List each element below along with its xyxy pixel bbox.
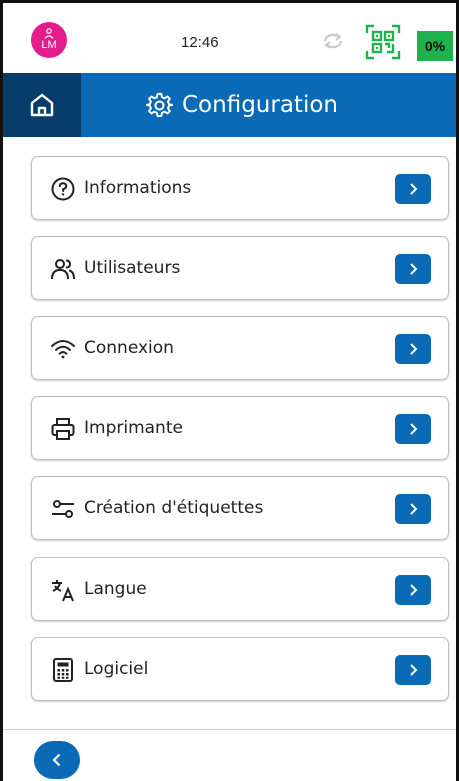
users-icon [51, 259, 75, 280]
chevron-right-button[interactable] [395, 414, 431, 444]
avatar[interactable]: LM [31, 22, 67, 58]
menu-item-creation-etiquettes[interactable]: Création d'étiquettes [31, 476, 449, 540]
menu-item-label: Informations [84, 178, 192, 198]
gear-icon [146, 92, 173, 117]
menu-item-label: Utilisateurs [84, 258, 181, 278]
chevron-right-button[interactable] [395, 174, 431, 204]
chevron-right-button[interactable] [395, 254, 431, 284]
chevron-right-icon [410, 503, 418, 515]
printer-icon [51, 418, 75, 440]
translate-icon [52, 580, 74, 602]
home-icon [30, 93, 54, 117]
footer-divider [3, 729, 456, 730]
menu-item-label: Création d'étiquettes [84, 498, 264, 518]
menu-item-informations[interactable]: Informations [31, 156, 449, 220]
status-bar: LM 12:46 0% [3, 3, 456, 73]
chevron-right-icon [410, 263, 418, 275]
page-title: Configuration [146, 73, 338, 137]
chevron-right-button[interactable] [395, 334, 431, 364]
chevron-left-icon [52, 753, 61, 767]
home-button[interactable] [3, 73, 81, 137]
sync-icon[interactable] [319, 31, 347, 51]
chevron-right-button[interactable] [395, 655, 431, 685]
chevron-right-icon [410, 423, 418, 435]
menu-item-connexion[interactable]: Connexion [31, 316, 449, 380]
chevron-right-icon [410, 183, 418, 195]
menu-item-label: Langue [84, 579, 147, 599]
menu-item-logiciel[interactable]: Logiciel [31, 637, 449, 701]
menu-item-utilisateurs[interactable]: Utilisateurs [31, 236, 449, 300]
user-icon [44, 27, 54, 39]
wifi-icon [51, 340, 75, 359]
chevron-right-icon [410, 664, 418, 676]
chevron-right-button[interactable] [395, 575, 431, 605]
back-button[interactable] [34, 741, 80, 779]
app-frame: LM 12:46 0% Configuration Informations U… [0, 0, 459, 781]
menu-item-label: Logiciel [84, 659, 149, 679]
sliders-icon [52, 500, 74, 518]
page-title-text: Configuration [182, 92, 338, 118]
qr-code-icon[interactable] [365, 24, 401, 60]
menu-item-label: Imprimante [84, 418, 183, 438]
chevron-right-button[interactable] [395, 494, 431, 524]
clock: 12:46 [181, 34, 219, 51]
menu-item-langue[interactable]: Langue [31, 557, 449, 621]
menu-item-label: Connexion [84, 338, 174, 358]
battery-indicator: 0% [417, 31, 453, 61]
chevron-right-icon [410, 343, 418, 355]
chevron-right-icon [410, 584, 418, 596]
menu-item-imprimante[interactable]: Imprimante [31, 396, 449, 460]
calculator-icon [53, 658, 73, 682]
avatar-initials: LM [41, 38, 57, 51]
app-header: Configuration [3, 73, 456, 137]
help-circle-icon [51, 177, 75, 201]
